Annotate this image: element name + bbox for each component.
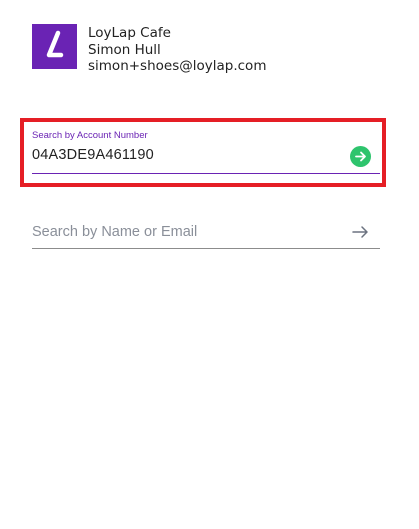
user-email: simon+shoes@loylap.com	[88, 58, 267, 74]
account-header: LoyLap Cafe Simon Hull simon+shoes@loyla…	[32, 24, 266, 75]
account-info: LoyLap Cafe Simon Hull simon+shoes@loyla…	[88, 25, 266, 75]
customer-search-page: LoyLap Cafe Simon Hull simon+shoes@loyla…	[0, 0, 419, 529]
business-name: LoyLap Cafe	[88, 25, 171, 41]
account-number-field: Search by Account Number	[32, 128, 380, 174]
account-search-submit-button[interactable]	[350, 146, 371, 167]
account-number-label: Search by Account Number	[32, 130, 148, 141]
loylap-logo-icon	[32, 24, 77, 69]
name-email-search-field	[32, 220, 380, 249]
name-email-search-input[interactable]	[32, 224, 332, 240]
account-number-input[interactable]	[32, 147, 332, 163]
arrow-right-icon	[355, 151, 366, 162]
name-search-submit-arrow-icon[interactable]	[352, 225, 369, 239]
user-name: Simon Hull	[88, 41, 161, 58]
